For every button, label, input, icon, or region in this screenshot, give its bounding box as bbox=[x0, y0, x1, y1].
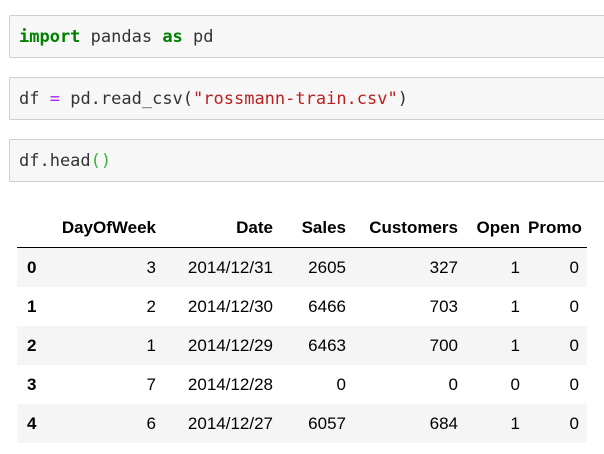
code-cell-head[interactable]: df.head() bbox=[9, 139, 604, 182]
cell-customers: 0 bbox=[448, 374, 458, 394]
row-index: 2 bbox=[27, 335, 37, 355]
code-cell-read-csv[interactable]: df = pd.read_csv("rossmann-train.csv") bbox=[9, 77, 604, 120]
code-token: pd.read_csv( bbox=[59, 89, 194, 109]
cell-open: 1 bbox=[510, 296, 520, 316]
cell-date: 2014/12/28 bbox=[187, 374, 273, 394]
cell-dayofweek: 6 bbox=[146, 413, 156, 433]
cell-promo: 0 bbox=[569, 374, 579, 394]
cell-date: 2014/12/30 bbox=[187, 296, 273, 316]
cell-dayofweek: 7 bbox=[146, 374, 156, 394]
cell-customers: 703 bbox=[429, 296, 458, 316]
cell-promo: 0 bbox=[569, 257, 579, 277]
column-header-open: Open bbox=[466, 208, 528, 248]
dataframe-table: DayOfWeek Date Sales Customers Open Prom… bbox=[17, 208, 587, 443]
table-row: 4 6 2014/12/27 6057 684 1 0 bbox=[17, 404, 587, 443]
index-header bbox=[17, 208, 51, 248]
code-cell-import[interactable]: import pandas as pd bbox=[9, 15, 604, 58]
table-row: 2 1 2014/12/29 6463 700 1 0 bbox=[17, 326, 587, 365]
cell-sales: 2605 bbox=[308, 257, 346, 277]
code-token: pandas bbox=[80, 27, 163, 47]
cell-promo: 0 bbox=[569, 335, 579, 355]
row-index: 1 bbox=[27, 296, 37, 316]
cell-date: 2014/12/29 bbox=[187, 335, 273, 355]
code-token: df bbox=[19, 89, 50, 109]
code-token: import bbox=[19, 27, 81, 47]
cell-promo: 0 bbox=[569, 296, 579, 316]
code-token: pd bbox=[182, 27, 214, 47]
cell-open: 1 bbox=[510, 257, 520, 277]
cell-customers: 700 bbox=[429, 335, 458, 355]
column-header-customers: Customers bbox=[354, 208, 466, 248]
cell-dayofweek: 1 bbox=[146, 335, 156, 355]
cell-open: 1 bbox=[510, 335, 520, 355]
cell-open: 1 bbox=[510, 413, 520, 433]
column-header-date: Date bbox=[164, 208, 281, 248]
cell-sales: 0 bbox=[336, 374, 346, 394]
code-token: = bbox=[49, 89, 60, 109]
code-token: as bbox=[162, 27, 183, 47]
cell-dayofweek: 2 bbox=[146, 296, 156, 316]
cell-promo: 0 bbox=[569, 413, 579, 433]
row-index: 4 bbox=[27, 413, 37, 433]
cell-customers: 684 bbox=[429, 413, 458, 433]
cell-sales: 6466 bbox=[308, 296, 346, 316]
dataframe-output: DayOfWeek Date Sales Customers Open Prom… bbox=[17, 208, 587, 443]
cell-date: 2014/12/27 bbox=[187, 413, 273, 433]
row-index: 3 bbox=[27, 374, 37, 394]
code-token: () bbox=[90, 151, 112, 171]
cell-customers: 327 bbox=[429, 257, 458, 277]
table-row: 0 3 2014/12/31 2605 327 1 0 bbox=[17, 247, 587, 287]
cell-sales: 6463 bbox=[308, 335, 346, 355]
code-token: ) bbox=[397, 89, 408, 109]
cell-date: 2014/12/31 bbox=[187, 257, 273, 277]
column-header-promo: Promo bbox=[528, 208, 587, 248]
cell-dayofweek: 3 bbox=[146, 257, 156, 277]
table-row: 3 7 2014/12/28 0 0 0 0 bbox=[17, 365, 587, 404]
column-header-sales: Sales bbox=[281, 208, 354, 248]
code-token: df.head bbox=[19, 151, 91, 171]
cell-sales: 6057 bbox=[308, 413, 346, 433]
table-header-row: DayOfWeek Date Sales Customers Open Prom… bbox=[17, 208, 587, 248]
cell-open: 0 bbox=[510, 374, 520, 394]
table-row: 1 2 2014/12/30 6466 703 1 0 bbox=[17, 287, 587, 326]
column-header-dayofweek: DayOfWeek bbox=[51, 208, 164, 248]
row-index: 0 bbox=[27, 257, 37, 277]
code-token: "rossmann-train.csv" bbox=[193, 89, 398, 109]
